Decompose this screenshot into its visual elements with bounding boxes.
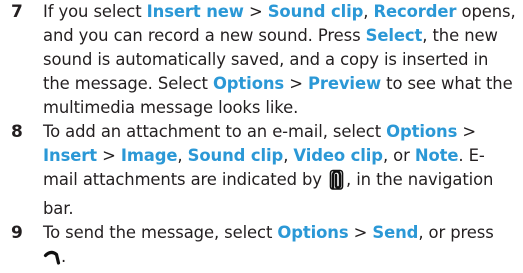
menu-term-sound-clip: Sound clip <box>267 2 364 21</box>
menu-term-preview: Preview <box>307 74 382 93</box>
step-7: 7 If you select Insert new > Sound clip, … <box>0 0 523 120</box>
step-text: To add an attachment to an e-mail, selec… <box>43 122 387 141</box>
step-text: , or press <box>418 223 494 242</box>
menu-term-send: Send <box>372 223 419 242</box>
step-8: 8 To add an attachment to an e-mail, sele… <box>0 120 523 221</box>
menu-term-options: Options <box>277 223 349 242</box>
softkey-term-select: Select <box>365 26 423 45</box>
app-term-recorder: Recorder <box>373 2 457 21</box>
menu-term-image: Image <box>120 146 178 165</box>
menu-term-video-clip: Video clip <box>293 146 383 165</box>
step-text: . <box>61 247 67 266</box>
step-number: 9 <box>11 223 23 243</box>
step-text: , <box>363 2 374 21</box>
send-key-icon <box>43 248 61 273</box>
step-text: To send the message, select <box>43 223 278 242</box>
step-text: , <box>283 146 294 165</box>
step-text: > <box>348 223 373 242</box>
step-number: 7 <box>11 2 23 22</box>
step-text: > <box>243 2 268 21</box>
step-text: > <box>457 122 476 141</box>
step-text: , or <box>382 146 415 165</box>
step-text: , <box>177 146 188 165</box>
step-number: 8 <box>11 122 23 142</box>
menu-term-options: Options <box>212 74 285 93</box>
step-9: 9 To send the message, select Options > S… <box>0 221 523 273</box>
menu-term-insert-new: Insert new <box>146 2 244 21</box>
menu-term-options: Options <box>386 122 458 141</box>
menu-term-sound-clip: Sound clip <box>187 146 284 165</box>
paperclip-icon <box>328 169 345 197</box>
step-text: > <box>96 146 121 165</box>
step-text: > <box>284 74 308 93</box>
menu-term-note: Note <box>414 146 459 165</box>
instruction-step-list: 7 If you select Insert new > Sound clip , … <box>0 0 523 273</box>
step-text: If you select <box>43 2 147 21</box>
menu-term-insert: Insert <box>43 146 97 165</box>
